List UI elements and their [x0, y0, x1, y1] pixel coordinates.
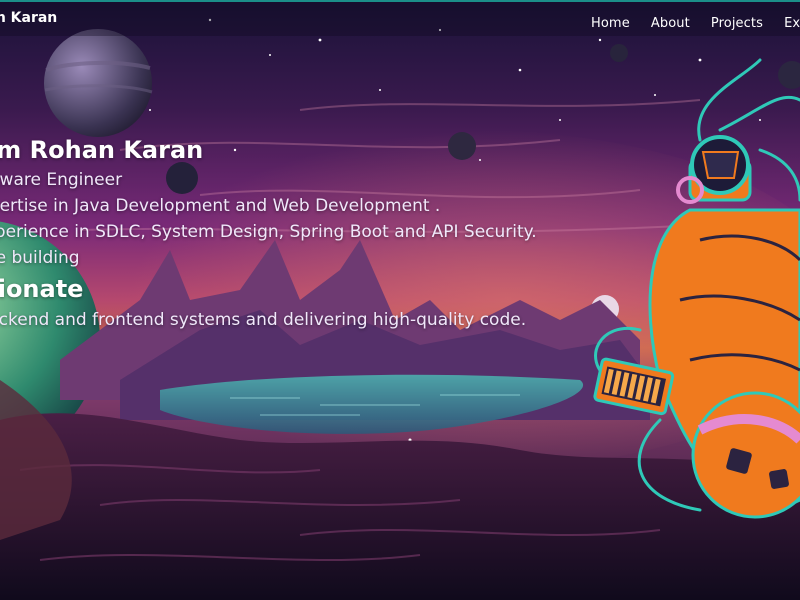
brand-logo-text[interactable]: Rohan Karan — [0, 10, 57, 26]
hero-experience: Experience in SDLC, System Design, Sprin… — [0, 222, 537, 242]
planet-small-1 — [448, 132, 476, 160]
planet-banded — [44, 29, 153, 137]
nav-link-experience[interactable]: Experience — [784, 16, 800, 31]
planet-small-3 — [610, 44, 628, 62]
hero-expertise: Expertise in Java Development and Web De… — [0, 196, 441, 216]
hero-name: I'm Rohan Karan — [0, 136, 204, 164]
planet-small-2 — [166, 162, 198, 194]
hero-role: Software Engineer — [0, 170, 123, 190]
nav-link-about[interactable]: About — [651, 16, 690, 31]
nav-links: Home About Projects Experience — [591, 12, 800, 31]
hero-description: about backend and frontend systems and d… — [0, 310, 527, 330]
nav-link-home[interactable]: Home — [591, 16, 630, 31]
hero-building: I love building — [0, 248, 80, 268]
space-background-illustration — [0, 0, 800, 600]
portfolio-page: Rohan Karan Home About Projects Experien… — [0, 0, 800, 600]
hero-heading: Passionate — [0, 275, 84, 303]
top-navbar: Rohan Karan Home About Projects Experien… — [0, 0, 800, 36]
nav-link-projects[interactable]: Projects — [711, 16, 763, 31]
